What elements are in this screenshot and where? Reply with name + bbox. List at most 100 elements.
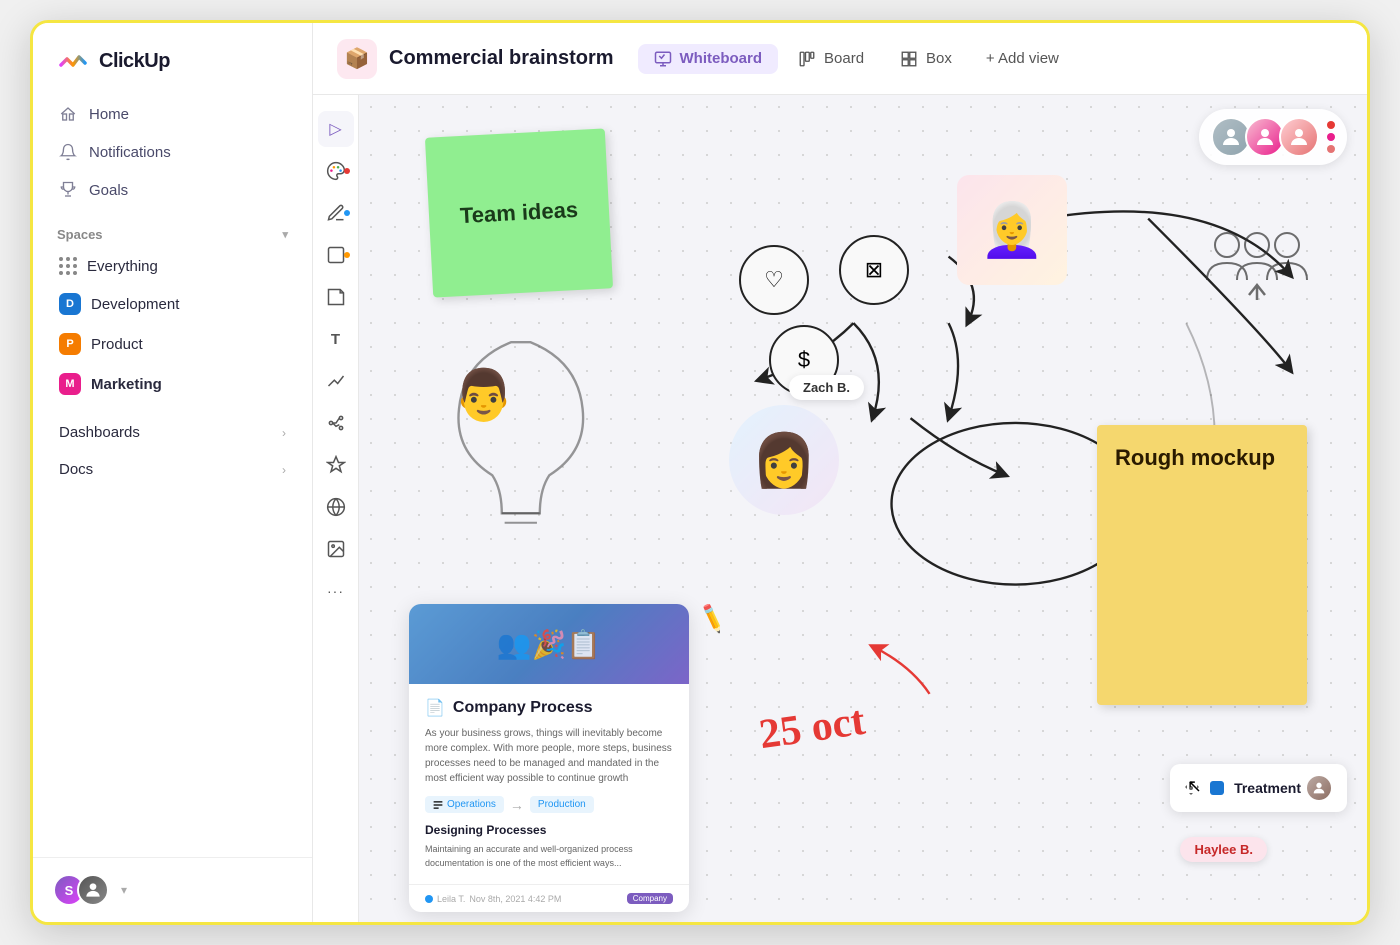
topbar-tabs: Whiteboard Board Box + Add view	[638, 23, 1073, 94]
docs-chevron-icon: ›	[282, 463, 286, 477]
doc-header: 👥🎉📋	[409, 604, 689, 684]
doc-footer: Leila T. Nov 8th, 2021 4:42 PM Company	[409, 884, 689, 912]
spaces-section-header[interactable]: Spaces ▾	[33, 209, 312, 248]
doc-workflow: Operations → Production	[425, 796, 673, 813]
logo-text: ClickUp	[99, 50, 170, 73]
doc-title: 📄 Company Process	[425, 698, 673, 718]
mouse-cursor: ↖	[1187, 776, 1202, 797]
marketing-letter: M	[65, 378, 74, 390]
tool-more[interactable]: ···	[318, 573, 354, 609]
sidebar-item-development[interactable]: D Development	[45, 284, 300, 324]
logo-area[interactable]: ClickUp	[33, 23, 312, 95]
doc-footer-info: Leila T. Nov 8th, 2021 4:42 PM	[425, 894, 561, 904]
tool-globe[interactable]	[318, 489, 354, 525]
spaces-label: Spaces	[57, 227, 103, 242]
sidebar-item-dashboards[interactable]: Dashboards ›	[45, 414, 300, 451]
tab-box[interactable]: Box	[884, 44, 968, 74]
treatment-avatar	[1305, 774, 1333, 802]
dashboards-chevron-icon: ›	[282, 426, 286, 440]
sidebar-item-product[interactable]: P Product	[45, 324, 300, 364]
tool-text[interactable]: T	[318, 321, 354, 357]
tool-shape[interactable]	[318, 237, 354, 273]
sidebar-development-label: Development	[91, 296, 179, 313]
product-badge: P	[59, 333, 81, 355]
workflow-ops: Operations	[425, 796, 504, 813]
sidebar-item-marketing[interactable]: M Marketing	[45, 364, 300, 404]
sidebar-item-docs[interactable]: Docs ›	[45, 451, 300, 488]
sidebar-dashboards-label: Dashboards	[59, 424, 140, 441]
doc-badge: Company	[627, 893, 673, 904]
tool-palette[interactable]	[318, 153, 354, 189]
sidebar-product-label: Product	[91, 336, 143, 353]
image-icon	[326, 539, 346, 559]
treatment-person-icon	[1311, 780, 1327, 796]
sidebar-item-notifications[interactable]: Notifications	[45, 133, 300, 171]
sticky-yellow-text: Rough mockup	[1115, 445, 1275, 471]
tool-select[interactable]: ▷	[318, 111, 354, 147]
palette-icon	[326, 161, 346, 181]
tab-whiteboard-label: Whiteboard	[680, 50, 763, 67]
document-card[interactable]: 👥🎉📋 📄 Company Process As your business g…	[409, 604, 689, 912]
app-wrapper: ClickUp Home Notifications Goals Spaces …	[30, 20, 1370, 925]
sticky-note-yellow[interactable]: Rough mockup	[1097, 425, 1307, 705]
status-dot-pink	[1327, 133, 1335, 141]
doc-subtext: Maintaining an accurate and well-organiz…	[425, 843, 673, 870]
tab-whiteboard[interactable]: Whiteboard	[638, 44, 779, 74]
sticky-green-text: Team ideas	[459, 197, 578, 229]
dashboards-label-group: Dashboards	[59, 424, 140, 441]
main-content: 📦 Commercial brainstorm Whiteboard Board…	[313, 23, 1367, 922]
main-nav: Home Notifications Goals	[33, 95, 312, 209]
palette-dot	[344, 168, 350, 174]
sidebar-item-goals[interactable]: Goals	[45, 171, 300, 209]
workflow-to-label: Production	[538, 799, 586, 810]
tool-pen[interactable]	[318, 195, 354, 231]
tool-connector[interactable]	[318, 363, 354, 399]
whiteboard-canvas[interactable]: Team ideas ♡ ⊠ $ 👩‍🦳 👩 👨	[359, 95, 1367, 922]
docs-label-group: Docs	[59, 461, 93, 478]
topbar: 📦 Commercial brainstorm Whiteboard Board…	[313, 23, 1367, 95]
tool-sticky[interactable]	[318, 279, 354, 315]
tab-box-label: Box	[926, 50, 952, 67]
sidebar-docs-label: Docs	[59, 461, 93, 478]
sidebar-goals-label: Goals	[89, 182, 128, 199]
tool-ai[interactable]	[318, 447, 354, 483]
bell-icon	[59, 143, 77, 161]
sidebar-footer: S ▾	[33, 857, 312, 922]
person-top-emoji: 👩‍🦳	[980, 200, 1045, 261]
tool-integration[interactable]	[318, 405, 354, 441]
sidebar-marketing-label: Marketing	[91, 376, 162, 393]
sticky-note-green[interactable]: Team ideas	[425, 128, 613, 297]
person-middle-emoji: 👩	[752, 430, 817, 491]
sidebar-bottom-section: Dashboards › Docs ›	[33, 408, 312, 494]
trophy-icon	[59, 181, 77, 199]
tool-image[interactable]	[318, 531, 354, 567]
add-view-label: + Add view	[986, 50, 1059, 67]
shape-dot	[344, 252, 350, 258]
connector-icon	[326, 371, 346, 391]
integration-icon	[326, 413, 346, 433]
ai-icon	[326, 455, 346, 475]
doc-body: 📄 Company Process As your business grows…	[409, 684, 689, 884]
doc-date: Nov 8th, 2021 4:42 PM	[469, 894, 561, 904]
pencil-cursor: ✏️	[695, 602, 730, 636]
circle-timer: ⊠	[839, 235, 909, 305]
sidebar-everything-label: Everything	[87, 258, 158, 275]
avatar-d	[77, 874, 109, 906]
treatment-color	[1210, 781, 1224, 795]
avatar-person-icon-3	[1287, 125, 1311, 149]
tab-board[interactable]: Board	[782, 44, 880, 74]
sidebar-item-home[interactable]: Home	[45, 95, 300, 133]
sidebar-item-everything[interactable]: Everything	[45, 248, 300, 284]
workflow-arrow-icon: →	[510, 797, 524, 813]
avatar-status-dots	[1327, 121, 1335, 153]
development-badge: D	[59, 293, 81, 315]
text-tool-label: T	[331, 331, 340, 348]
pen-dot	[344, 210, 350, 216]
avatar-person-icon-2	[1253, 125, 1277, 149]
people-group-icon	[1197, 225, 1317, 310]
add-view-button[interactable]: + Add view	[972, 44, 1073, 73]
zach-label: Zach B.	[803, 380, 850, 395]
toolbar: ▷	[313, 95, 359, 922]
topbar-icon: 📦	[345, 46, 370, 71]
person-middle-photo: 👩	[729, 405, 839, 515]
